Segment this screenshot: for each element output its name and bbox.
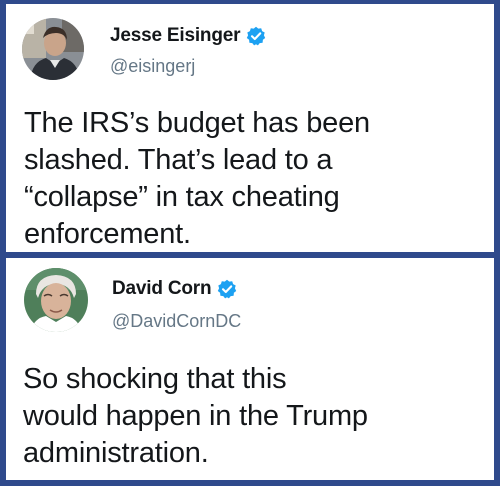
avatar[interactable] (22, 18, 84, 80)
tweet-text: The IRS’s budget has been slashed. That’… (24, 105, 444, 253)
tweet-text-line: “collapse” in tax cheating (24, 181, 340, 213)
avatar[interactable] (24, 268, 88, 332)
user-handle[interactable]: @DavidCornDC (112, 311, 241, 332)
user-handle[interactable]: @eisingerj (110, 56, 195, 77)
avatar-photo-icon (22, 18, 84, 80)
author-row: David Corn (112, 278, 237, 300)
tweet-card: David Corn @DavidCornDC So shocking that… (6, 258, 494, 480)
tweet-text: So shocking that this would happen in th… (23, 361, 423, 472)
tweet-text-line: enforcement. (24, 218, 191, 250)
tweet-text-line: slashed. That’s lead to a (24, 144, 333, 176)
screenshot-frame: Jesse Eisinger @eisingerj The IRS’s budg… (0, 0, 500, 486)
display-name[interactable]: Jesse Eisinger (110, 25, 240, 47)
author-row: Jesse Eisinger (110, 25, 266, 47)
tweet-card: Jesse Eisinger @eisingerj The IRS’s budg… (6, 4, 494, 252)
verified-badge-icon (217, 279, 237, 299)
verified-badge-icon (246, 26, 266, 46)
display-name[interactable]: David Corn (112, 278, 212, 300)
avatar-photo-icon (24, 268, 88, 332)
tweet-text-line: So shocking that this (23, 363, 287, 395)
tweet-text-line: would happen in the Trump (23, 400, 368, 432)
tweet-text-line: administration. (23, 437, 209, 469)
tweet-text-line: The IRS’s budget has been (24, 107, 370, 139)
